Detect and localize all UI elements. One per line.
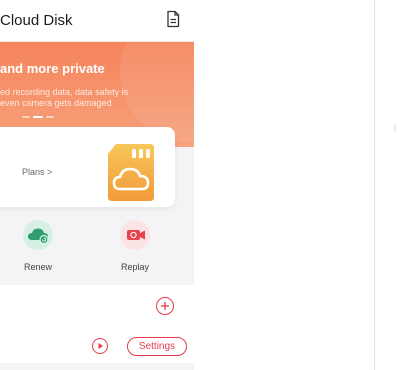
add-button[interactable] (156, 297, 174, 315)
pager-dot-active (33, 116, 43, 118)
banner-text-line-1: ed recording data, data safety is (0, 87, 129, 97)
plan-card: Plans > (0, 127, 175, 207)
document-icon[interactable] (165, 10, 181, 28)
side-mark: ⁝ (394, 124, 397, 133)
settings-button[interactable]: Settings (127, 337, 187, 356)
sd-card-cloud-icon (108, 144, 154, 201)
video-camera-icon (127, 230, 145, 240)
play-button[interactable] (92, 338, 108, 354)
renew-label: Renew (23, 262, 52, 272)
pager-dot (46, 116, 54, 118)
cloud-renew-icon (28, 228, 49, 245)
page-title: Cloud Disk (0, 12, 73, 29)
replay-button[interactable]: Replay (104, 220, 164, 275)
top-bar: Cloud Disk (0, 0, 194, 42)
recordings-panel: Settings (0, 285, 194, 363)
pane-divider (374, 0, 375, 370)
banner-text-line-2: even camera gets damaged (0, 98, 112, 108)
banner-headline: and more private (0, 61, 105, 76)
banner-pager (22, 116, 62, 119)
replay-label: Replay (120, 262, 149, 272)
plans-link[interactable]: Plans > (22, 167, 52, 177)
replay-icon-circle (120, 220, 150, 250)
plus-circle-icon (161, 302, 169, 310)
play-circle-icon (98, 343, 103, 349)
renew-button[interactable]: Renew (7, 220, 67, 275)
renew-icon-circle (23, 220, 53, 250)
pager-dot (22, 116, 30, 118)
cloud-disk-screen: Cloud Disk and more private ed recording… (0, 0, 194, 370)
